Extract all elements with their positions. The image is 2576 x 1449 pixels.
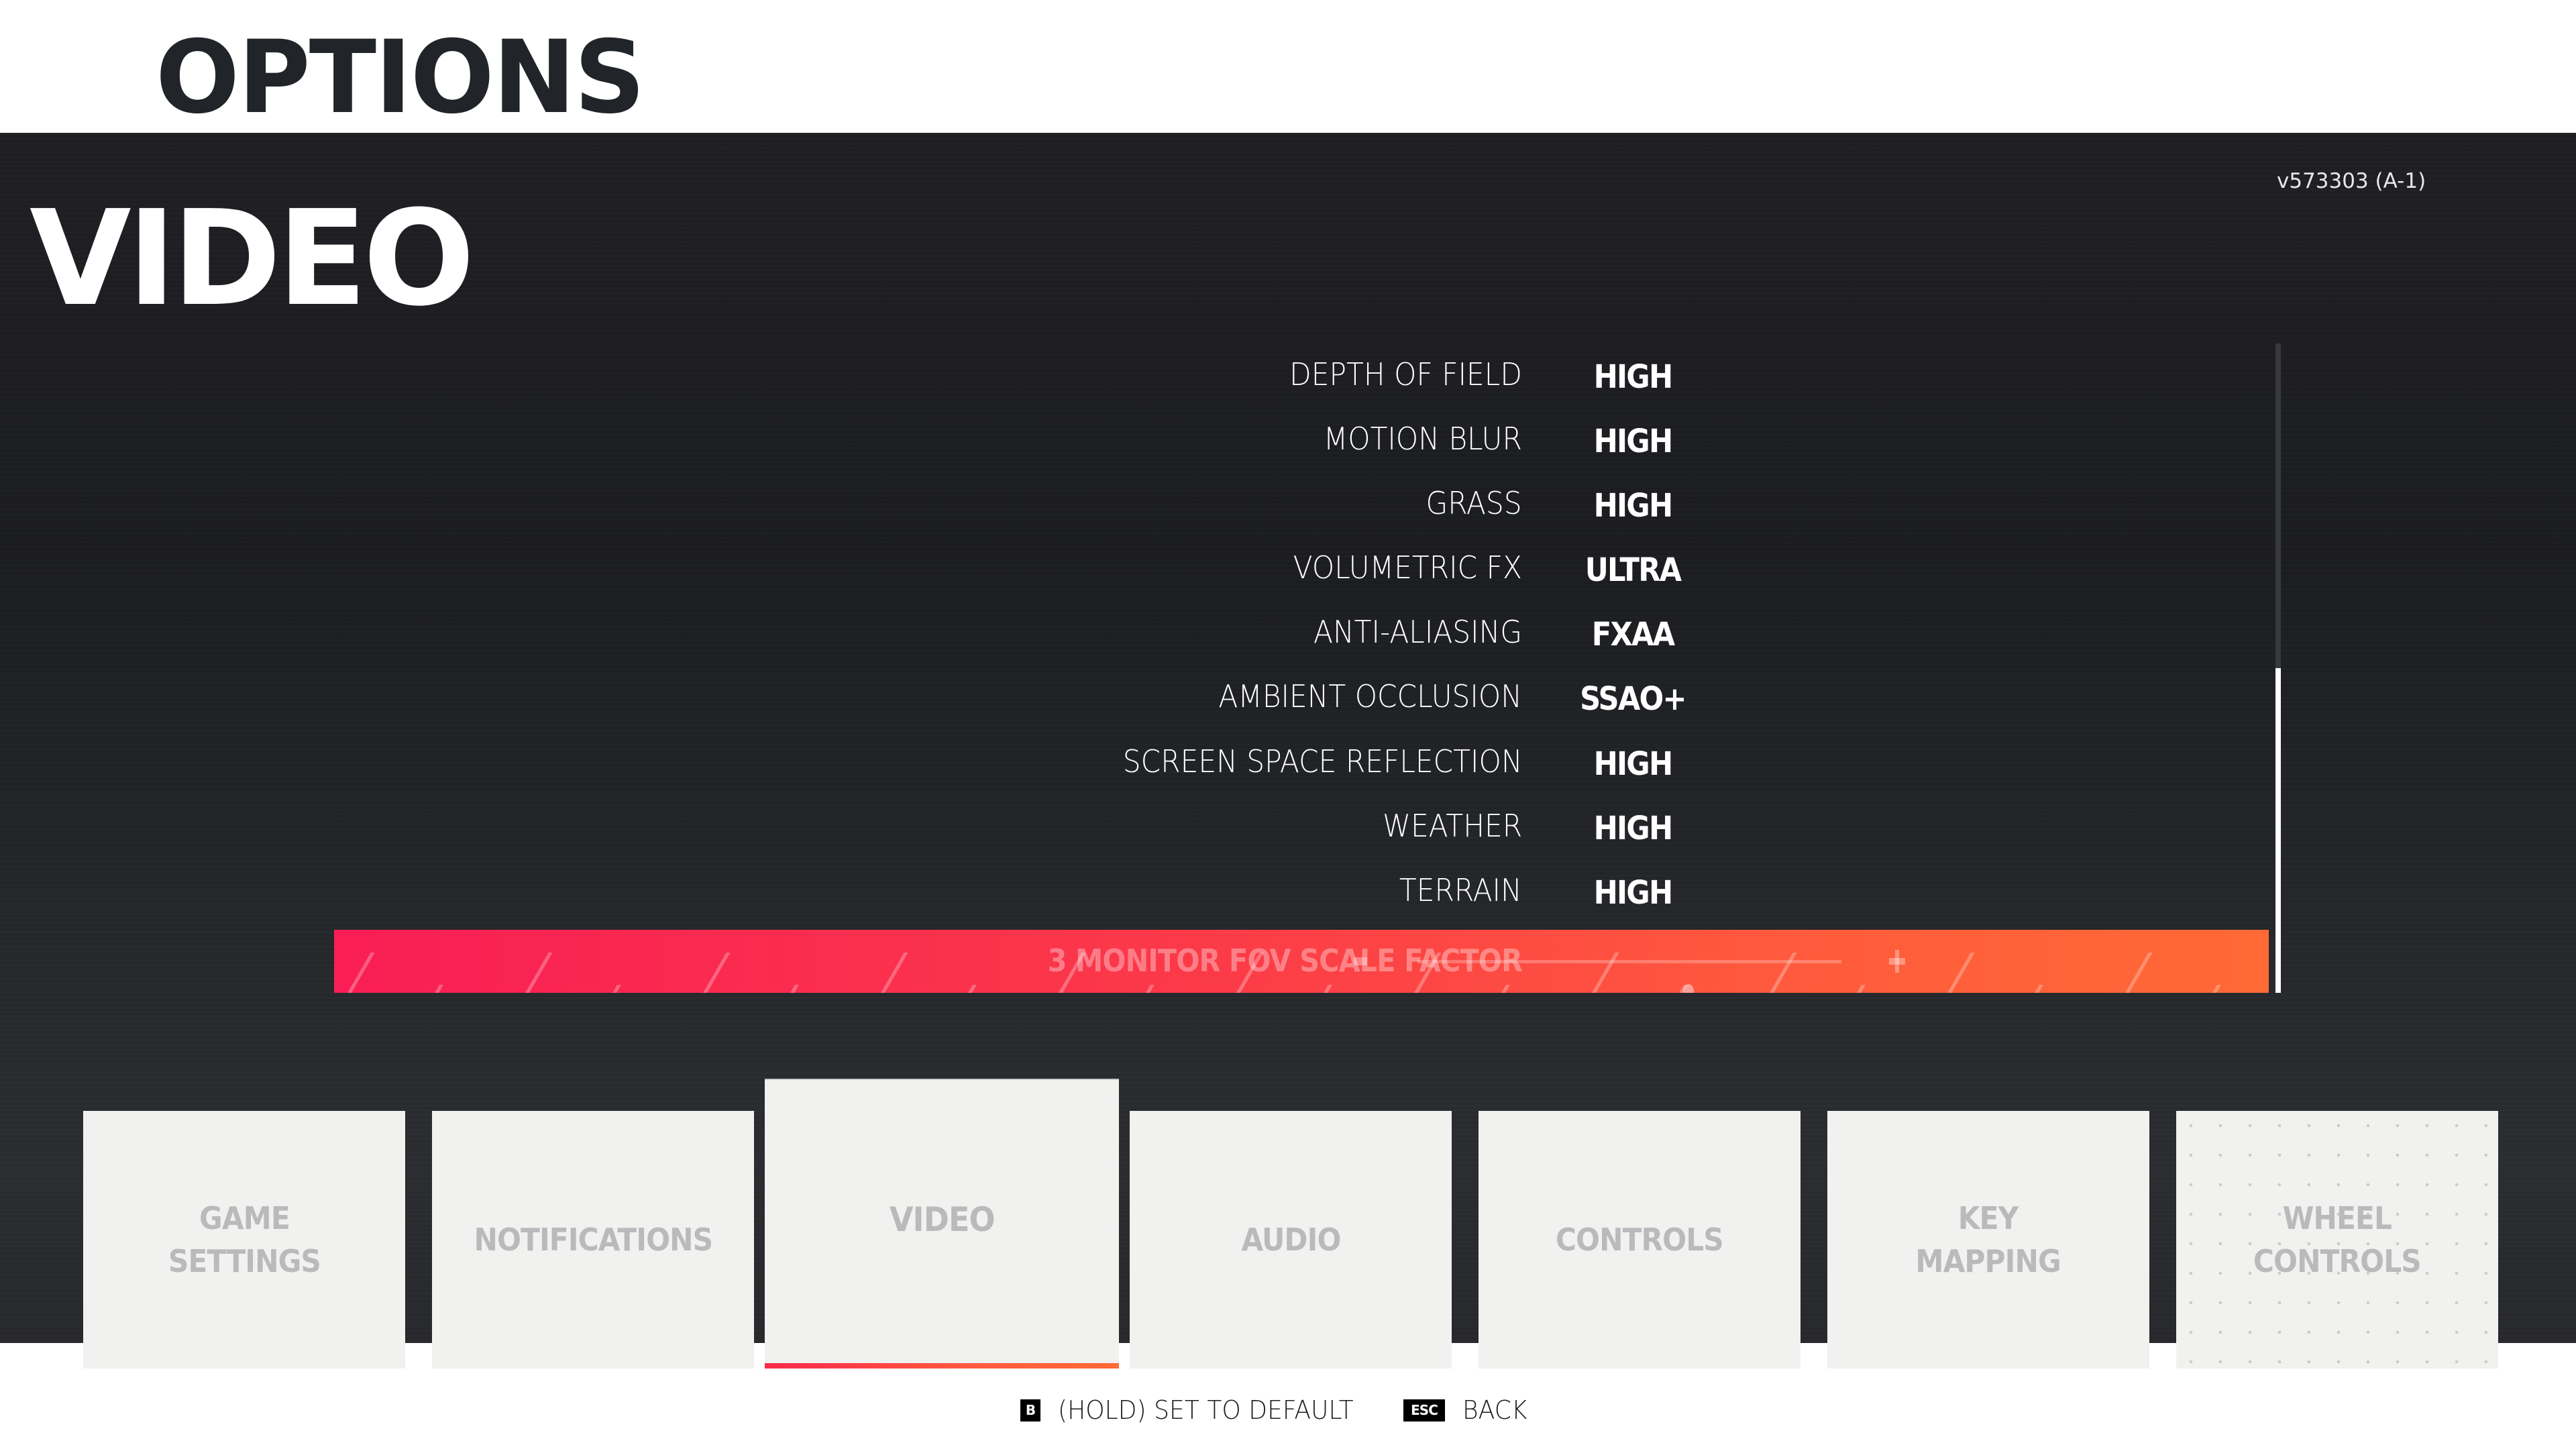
setting-row-ambient-occlusion[interactable]: AMBIENT OCCLUSION SSAO+ <box>334 665 2269 729</box>
tab-key-mapping[interactable]: KEY MAPPING <box>1827 1111 2149 1368</box>
setting-row-terrain[interactable]: TERRAIN HIGH <box>334 859 2269 922</box>
key-badge-b: B <box>1020 1399 1040 1421</box>
setting-row-screen-space-reflection[interactable]: SCREEN SPACE REFLECTION HIGH <box>334 731 2269 794</box>
setting-label: DEPTH OF FIELD <box>1289 356 1522 392</box>
scrollbar[interactable] <box>2275 343 2281 993</box>
page-title: OPTIONS <box>156 19 645 136</box>
setting-row-fov-scale-factor-selected[interactable]: 3 MONITOR FOV SCALE FACTOR <box>334 930 2269 993</box>
setting-row-depth-of-field[interactable]: DEPTH OF FIELD HIGH <box>334 343 2269 407</box>
setting-value[interactable]: HIGH <box>1512 421 1754 462</box>
tab-controls[interactable]: CONTROLS <box>1479 1111 1801 1368</box>
tab-label: GAME SETTINGS <box>168 1200 321 1279</box>
tab-notifications[interactable]: NOTIFICATIONS <box>432 1111 754 1368</box>
setting-label: AMBIENT OCCLUSION <box>1218 678 1522 714</box>
hint-label: BACK <box>1462 1395 1527 1425</box>
setting-row-volumetric-fx[interactable]: VOLUMETRIC FX ULTRA <box>334 537 2269 600</box>
header-bar: OPTIONS <box>0 0 2576 133</box>
setting-value[interactable]: HIGH <box>1512 808 1754 849</box>
tab-label: KEY MAPPING <box>1915 1200 2061 1279</box>
decorative-stripe <box>1146 985 1155 993</box>
tab-label: NOTIFICATIONS <box>474 1222 713 1258</box>
tab-wheel-controls[interactable]: WHEEL CONTROLS <box>2176 1111 2498 1368</box>
tab-label: CONTROLS <box>1556 1222 1724 1258</box>
setting-value[interactable]: HIGH <box>1512 744 1754 784</box>
tab-game-settings[interactable]: GAME SETTINGS <box>83 1111 405 1368</box>
setting-value[interactable]: ULTRA <box>1512 550 1754 590</box>
setting-label: TERRAIN <box>1399 872 1522 908</box>
decorative-stripe <box>790 985 799 993</box>
setting-row-grass[interactable]: GRASS HIGH <box>334 472 2269 535</box>
decorative-stripe <box>2212 985 2221 993</box>
setting-label: MOTION BLUR <box>1323 421 1522 457</box>
slider-track[interactable] <box>1417 960 1841 993</box>
decorative-stripe <box>1947 953 1975 993</box>
hint-set-to-default[interactable]: B (HOLD) SET TO DEFAULT <box>1020 1395 1369 1425</box>
setting-row-weather[interactable]: WEATHER HIGH <box>334 795 2269 858</box>
setting-value[interactable]: FXAA <box>1512 614 1754 655</box>
scrollbar-thumb[interactable] <box>2275 668 2281 993</box>
active-tab-underline <box>765 1363 1119 1368</box>
key-badge-esc: ESC <box>1403 1399 1445 1421</box>
slider-knob[interactable] <box>1683 984 1695 993</box>
tab-audio[interactable]: AUDIO <box>1130 1111 1452 1368</box>
minus-icon[interactable] <box>1354 957 1367 965</box>
tab-label: VIDEO <box>889 1200 996 1239</box>
plus-icon[interactable] <box>1889 950 1905 973</box>
decorative-stripe <box>612 985 621 993</box>
fov-scale-slider[interactable] <box>1354 930 1931 993</box>
setting-value[interactable]: SSAO+ <box>1512 679 1754 719</box>
decorative-stripe <box>881 953 908 993</box>
setting-label: GRASS <box>1426 485 1522 521</box>
footer-hints: B (HOLD) SET TO DEFAULT ESC BACK <box>0 1382 2576 1436</box>
setting-value[interactable]: HIGH <box>1512 873 1754 913</box>
setting-row-motion-blur[interactable]: MOTION BLUR HIGH <box>334 408 2269 471</box>
decorative-stripe <box>347 953 375 993</box>
setting-value[interactable]: HIGH <box>1512 357 1754 397</box>
setting-label: ANTI-ALIASING <box>1313 614 1522 650</box>
hint-back[interactable]: ESC BACK <box>1403 1395 1531 1425</box>
decorative-stripe <box>525 953 553 993</box>
hint-label: (HOLD) SET TO DEFAULT <box>1058 1395 1354 1425</box>
tab-video[interactable]: VIDEO <box>765 1079 1119 1368</box>
decorative-stripe <box>1324 985 1332 993</box>
setting-label: WEATHER <box>1382 808 1522 844</box>
setting-label: VOLUMETRIC FX <box>1293 549 1522 586</box>
decorative-stripe <box>703 953 731 993</box>
decorative-stripe <box>2125 953 2153 993</box>
decorative-stripe <box>968 985 977 993</box>
tab-label: AUDIO <box>1240 1222 1341 1258</box>
setting-label: SCREEN SPACE REFLECTION <box>1122 743 1522 780</box>
setting-value[interactable]: HIGH <box>1512 486 1754 526</box>
tab-label: WHEEL CONTROLS <box>2253 1200 2422 1279</box>
setting-row-anti-aliasing[interactable]: ANTI-ALIASING FXAA <box>334 601 2269 664</box>
decorative-stripe <box>435 985 443 993</box>
decorative-stripe <box>2035 985 2043 993</box>
